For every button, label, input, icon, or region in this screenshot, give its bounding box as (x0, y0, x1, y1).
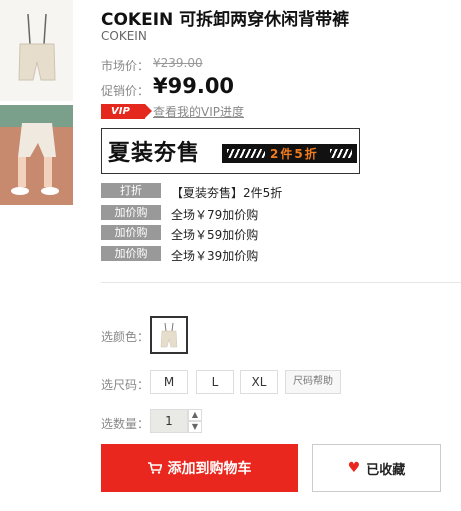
heart-icon: ♥ (347, 460, 361, 476)
overalls-image (18, 13, 56, 81)
promo-tag: 加价购 (101, 225, 161, 240)
model-photo-image (0, 105, 73, 205)
banner-stripes-decoration (330, 149, 352, 158)
product-brand: COKEIN (101, 29, 147, 43)
size-help-button[interactable]: 尺码帮助 (285, 370, 341, 394)
product-thumbnail-1[interactable] (0, 0, 73, 101)
vip-progress-link[interactable]: 查看我的VIP进度 (153, 103, 244, 120)
favorite-button[interactable]: ♥ 已收藏 (312, 444, 441, 492)
promo-tag: 加价购 (101, 246, 161, 261)
color-swatch-selected[interactable] (150, 316, 188, 354)
promo-banner[interactable]: 夏装夯售 2件5折 (101, 128, 360, 174)
vip-badge: VIP (101, 104, 152, 119)
add-to-cart-button[interactable]: 添加到购物车 (101, 444, 298, 492)
market-price: ¥239.00 (153, 56, 203, 70)
promo-tag: 打折 (101, 183, 161, 198)
quantity-input[interactable]: 1 (150, 409, 188, 433)
section-divider (101, 282, 461, 283)
add-to-cart-label: 添加到购物车 (167, 461, 252, 477)
promo-text: 【夏装夯售】2件5折 (171, 186, 283, 200)
chevron-down-icon[interactable]: ▼ (188, 421, 202, 433)
size-option-m[interactable]: M (150, 370, 188, 394)
banner-headline: 夏装夯售 (108, 141, 201, 166)
promo-text: 全场￥39加价购 (171, 249, 259, 263)
color-label: 选颜色： (101, 330, 150, 344)
size-label: 选尺码： (101, 378, 150, 392)
banner-deal-text: 2件5折 (270, 147, 319, 161)
size-option-l[interactable]: L (196, 370, 234, 394)
overalls-swatch-image (160, 322, 178, 348)
banner-stripes-decoration (227, 149, 265, 158)
product-thumbnail-2[interactable] (0, 105, 73, 205)
quantity-label: 选数量： (101, 417, 150, 431)
promo-text: 全场￥79加价购 (171, 208, 259, 222)
promo-tag: 加价购 (101, 205, 161, 220)
market-price-label: 市场价： (101, 59, 150, 73)
sale-price: ¥99.00 (153, 74, 235, 98)
banner-deal-strip: 2件5折 (222, 144, 357, 163)
product-title: COKEIN 可拆卸两穿休闲背带裤 (101, 10, 350, 30)
chevron-up-icon[interactable]: ▲ (188, 409, 202, 421)
sale-price-label: 促销价： (101, 84, 150, 98)
cart-icon (147, 462, 162, 474)
promo-text: 全场￥59加价购 (171, 228, 259, 242)
favorite-label: 已收藏 (366, 462, 406, 478)
size-option-xl[interactable]: XL (240, 370, 278, 394)
